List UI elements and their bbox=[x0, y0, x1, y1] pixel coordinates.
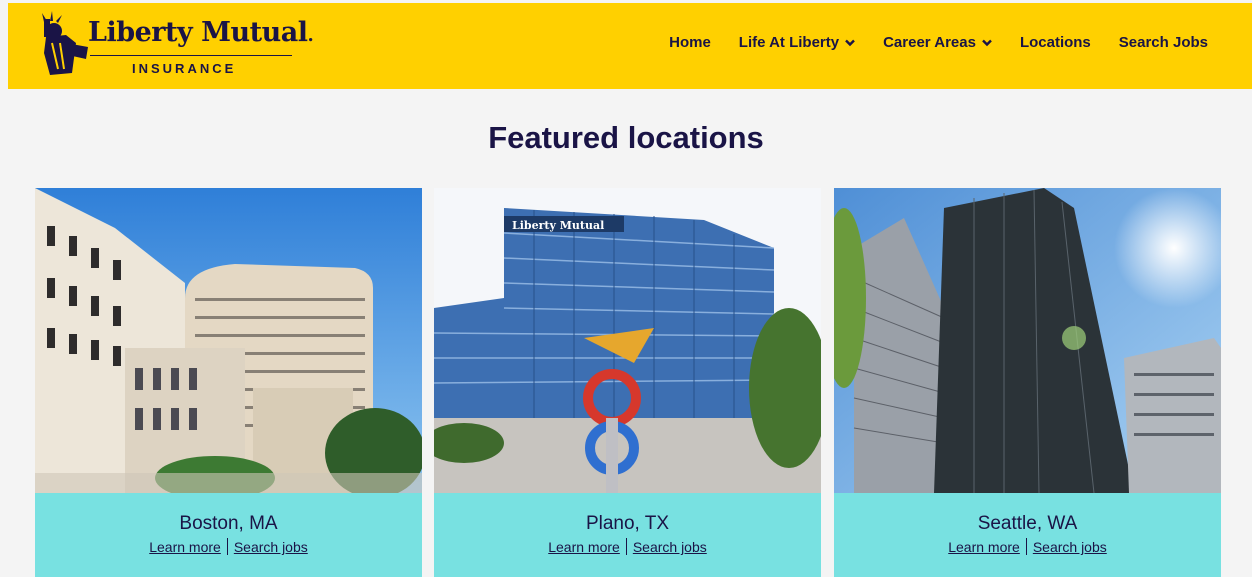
nav-life-at-liberty[interactable]: Life At Liberty bbox=[739, 34, 855, 51]
link-separator bbox=[625, 538, 627, 555]
location-card-plano: Liberty Mutual Plano, TX Learn more Searc… bbox=[434, 188, 821, 577]
card-links: Learn more Search jobs bbox=[35, 538, 422, 555]
liberty-mutual-logo[interactable]: Liberty Mutual. INSURANCE bbox=[36, 9, 314, 79]
learn-more-link[interactable]: Learn more bbox=[948, 539, 1020, 555]
nav-career-label: Career Areas bbox=[883, 34, 976, 51]
card-footer: Seattle, WA Learn more Search jobs bbox=[834, 493, 1221, 577]
site-header: Liberty Mutual. INSURANCE Home Life At L… bbox=[8, 3, 1252, 89]
link-separator bbox=[1025, 538, 1027, 555]
card-links: Learn more Search jobs bbox=[434, 538, 821, 555]
brand-subtitle: INSURANCE bbox=[132, 61, 237, 76]
nav-locations-label: Locations bbox=[1019, 34, 1091, 51]
chevron-down-icon bbox=[982, 39, 992, 46]
nav-life-label: Life At Liberty bbox=[738, 34, 840, 51]
statue-of-liberty-icon bbox=[42, 11, 88, 75]
search-jobs-link[interactable]: Search jobs bbox=[1033, 539, 1107, 555]
city-name: Plano, TX bbox=[585, 513, 670, 534]
chevron-down-icon bbox=[845, 39, 855, 46]
nav-search-label: Search Jobs bbox=[1118, 34, 1208, 51]
nav-home[interactable]: Home bbox=[669, 34, 711, 51]
nav-search-jobs[interactable]: Search Jobs bbox=[1119, 34, 1208, 51]
learn-more-link[interactable]: Learn more bbox=[149, 539, 221, 555]
plano-building-image[interactable]: Liberty Mutual bbox=[434, 188, 821, 493]
building-sign: Liberty Mutual bbox=[512, 219, 604, 232]
city-name: Seattle, WA bbox=[977, 513, 1078, 534]
nav-locations[interactable]: Locations bbox=[1020, 34, 1091, 51]
location-card-boston: Boston, MA Learn more Search jobs bbox=[35, 188, 422, 577]
search-jobs-link[interactable]: Search jobs bbox=[234, 539, 308, 555]
link-separator bbox=[226, 538, 228, 555]
brand-name: Liberty Mutual. bbox=[88, 17, 314, 48]
nav-career-areas[interactable]: Career Areas bbox=[883, 34, 992, 51]
learn-more-link[interactable]: Learn more bbox=[548, 539, 620, 555]
main-nav: Home Life At Liberty Career Areas Locati… bbox=[641, 34, 1208, 51]
page-title: Featured locations bbox=[488, 120, 764, 155]
city-name: Boston, MA bbox=[179, 513, 278, 534]
card-footer: Boston, MA Learn more Search jobs bbox=[35, 493, 422, 577]
card-links: Learn more Search jobs bbox=[834, 538, 1221, 555]
logo-divider bbox=[90, 55, 292, 56]
nav-home-label: Home bbox=[669, 34, 711, 51]
card-footer: Plano, TX Learn more Search jobs bbox=[434, 493, 821, 577]
location-card-seattle: Seattle, WA Learn more Search jobs bbox=[834, 188, 1221, 577]
seattle-building-image[interactable] bbox=[834, 188, 1221, 493]
search-jobs-link[interactable]: Search jobs bbox=[633, 539, 707, 555]
boston-building-image[interactable] bbox=[35, 188, 422, 493]
